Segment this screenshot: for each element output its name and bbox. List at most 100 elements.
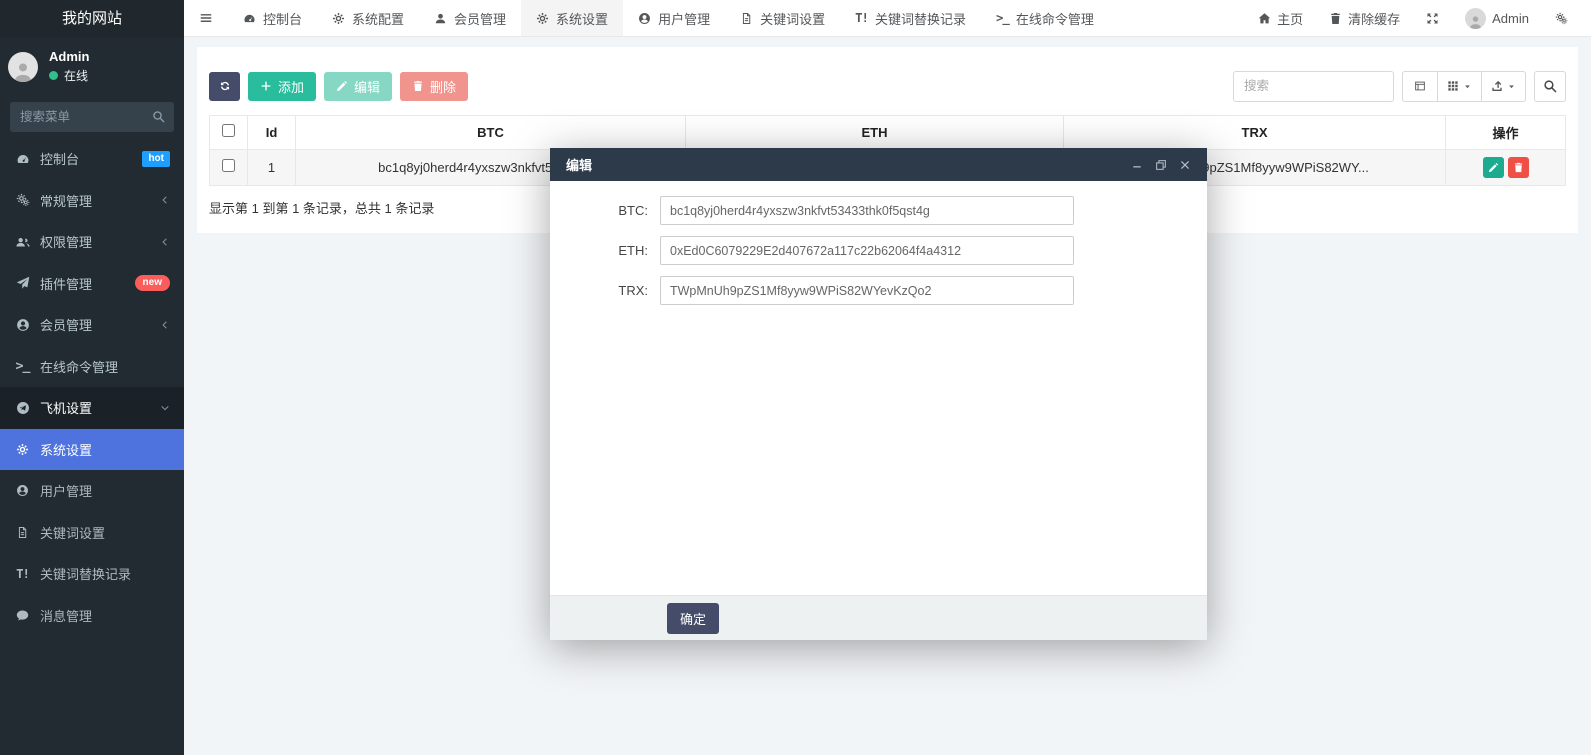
gear-icon <box>536 12 549 25</box>
sidebar-menu: 控制台 hot 常规管理 权限管理 插件管理 new 会员管理 >_ 在线命令管… <box>0 138 184 636</box>
user-circle-icon <box>638 12 651 25</box>
tab-keyword-settings[interactable]: 关键词设置 <box>725 0 840 36</box>
select-all-checkbox[interactable] <box>222 124 235 137</box>
tab-system-config[interactable]: 系统配置 <box>317 0 419 36</box>
row-checkbox[interactable] <box>222 159 235 172</box>
trash-icon <box>1329 12 1342 25</box>
row-edit-button[interactable] <box>1483 157 1504 178</box>
tab-label: 系统配置 <box>352 9 404 28</box>
row-delete-button[interactable] <box>1508 157 1529 178</box>
hamburger-menu-icon[interactable] <box>184 0 228 36</box>
trx-label: TRX: <box>550 283 660 298</box>
add-button[interactable]: 添加 <box>248 72 316 101</box>
sidebar-subitem-keyword-replace-log[interactable]: T! 关键词替换记录 <box>0 553 184 595</box>
sidebar-item-addon[interactable]: 插件管理 new <box>0 263 184 305</box>
sidebar-subitem-system-settings[interactable]: 系统设置 <box>0 429 184 471</box>
trash-icon <box>412 80 424 92</box>
clear-cache-link[interactable]: 清除缓存 <box>1316 0 1413 37</box>
tab-user-management[interactable]: 用户管理 <box>623 0 725 36</box>
tab-label: 在线命令管理 <box>1016 9 1094 28</box>
minimize-icon <box>1131 159 1143 171</box>
sidebar-item-dashboard[interactable]: 控制台 hot <box>0 138 184 180</box>
sidebar-item-label: 控制台 <box>40 149 79 168</box>
toggle-view-button[interactable] <box>1402 71 1438 102</box>
cell-id: 1 <box>248 149 296 185</box>
tab-member-management[interactable]: 会员管理 <box>419 0 521 36</box>
sidebar-item-label: 系统设置 <box>40 440 92 459</box>
delete-label: 删除 <box>430 77 456 96</box>
user-status-label: 在线 <box>64 67 88 84</box>
columns-button[interactable] <box>1437 71 1482 102</box>
settings-menu[interactable] <box>1542 0 1581 37</box>
sidebar-item-general[interactable]: 常规管理 <box>0 180 184 222</box>
sidebar-item-label: 消息管理 <box>40 606 92 625</box>
delete-button[interactable]: 删除 <box>400 72 468 101</box>
dialog-header[interactable]: 编辑 <box>550 148 1207 181</box>
btc-field[interactable] <box>660 196 1074 225</box>
close-button[interactable] <box>1179 159 1191 171</box>
tachometer-icon <box>14 152 31 166</box>
sidebar-item-member[interactable]: 会员管理 <box>0 304 184 346</box>
confirm-button[interactable]: 确定 <box>667 603 719 634</box>
expand-icon <box>1426 12 1439 25</box>
column-header-btc[interactable]: BTC <box>296 115 686 149</box>
online-dot-icon <box>49 71 58 80</box>
form-row-eth: ETH: <box>550 236 1207 265</box>
tab-online-command[interactable]: >_ 在线命令管理 <box>981 0 1109 36</box>
avatar <box>8 52 38 82</box>
tab-dashboard[interactable]: 控制台 <box>228 0 317 36</box>
user-menu[interactable]: Admin <box>1452 0 1542 37</box>
eth-label: ETH: <box>550 243 660 258</box>
eth-field[interactable] <box>660 236 1074 265</box>
terminal-icon: >_ <box>996 11 1009 25</box>
refresh-icon <box>219 80 231 92</box>
sidebar-subitem-message-management[interactable]: 消息管理 <box>0 595 184 637</box>
topbar: 控制台 系统配置 会员管理 系统设置 用户管理 关键词设置 T! 关键词替换记录… <box>184 0 1591 37</box>
btc-label: BTC: <box>550 203 660 218</box>
export-button[interactable] <box>1481 71 1526 102</box>
edit-button[interactable]: 编辑 <box>324 72 392 101</box>
maximize-button[interactable] <box>1155 159 1167 171</box>
user-name: Admin <box>49 49 89 64</box>
sidebar-item-command[interactable]: >_ 在线命令管理 <box>0 346 184 388</box>
tab-label: 控制台 <box>263 9 302 28</box>
topbar-right: 主页 清除缓存 Admin <box>1245 0 1591 36</box>
home-link[interactable]: 主页 <box>1245 0 1316 37</box>
sidebar-subitem-keyword-settings[interactable]: 关键词设置 <box>0 512 184 554</box>
sidebar-subitem-user-management[interactable]: 用户管理 <box>0 470 184 512</box>
sidebar-item-telegram-settings[interactable]: 飞机设置 <box>0 387 184 429</box>
column-header-id[interactable]: Id <box>248 115 296 149</box>
minimize-button[interactable] <box>1131 159 1143 171</box>
column-header-trx[interactable]: TRX <box>1064 115 1446 149</box>
plus-icon <box>260 80 272 92</box>
clear-cache-label: 清除缓存 <box>1348 9 1400 28</box>
sidebar-item-label: 会员管理 <box>40 315 92 334</box>
sidebar-item-label: 关键词设置 <box>40 523 105 542</box>
search-button[interactable] <box>1534 71 1566 102</box>
user-icon <box>434 12 447 25</box>
trx-field[interactable] <box>660 276 1074 305</box>
user-status: 在线 <box>49 67 89 84</box>
hot-badge: hot <box>142 151 170 167</box>
tab-label: 系统设置 <box>556 9 608 28</box>
dialog-title: 编辑 <box>566 155 592 174</box>
sidebar-item-label: 关键词替换记录 <box>40 564 131 583</box>
chevron-left-icon <box>160 195 170 205</box>
caret-down-icon <box>1507 82 1516 91</box>
tab-keyword-replace-log[interactable]: T! 关键词替换记录 <box>840 0 981 36</box>
table-search-input[interactable] <box>1233 71 1394 102</box>
gear-icon <box>14 443 31 456</box>
text-height-icon: T! <box>855 11 868 25</box>
sidebar-item-auth[interactable]: 权限管理 <box>0 221 184 263</box>
tab-system-settings[interactable]: 系统设置 <box>521 0 623 36</box>
maximize-icon <box>1155 159 1167 171</box>
terminal-icon: >_ <box>14 359 31 374</box>
fullscreen-button[interactable] <box>1413 0 1452 37</box>
window-controls <box>1131 159 1191 171</box>
refresh-button[interactable] <box>209 72 240 101</box>
tab-label: 关键词替换记录 <box>875 9 966 28</box>
column-header-eth[interactable]: ETH <box>686 115 1064 149</box>
card-view-icon <box>1414 80 1426 92</box>
search-icon <box>1543 79 1557 93</box>
sidebar-search-input[interactable] <box>10 102 174 132</box>
